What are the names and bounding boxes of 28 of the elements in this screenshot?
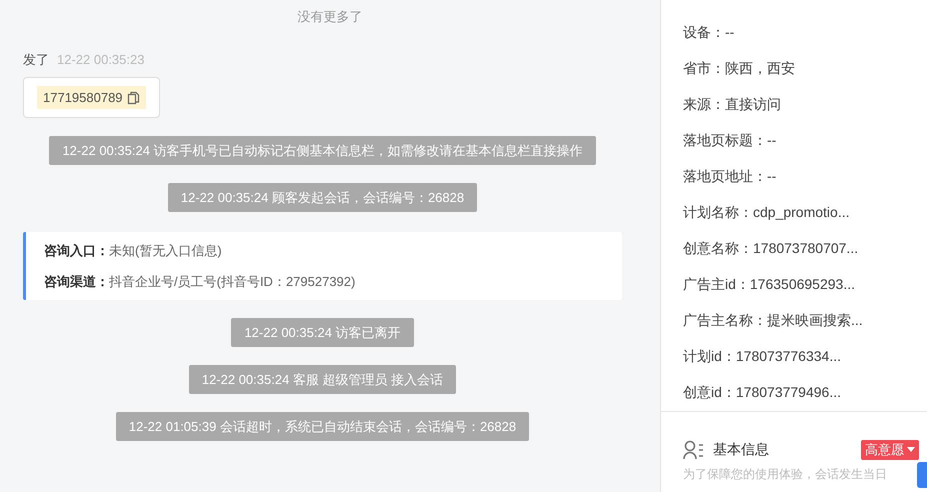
system-notice: 12-22 00:35:24 访客已离开	[231, 318, 414, 347]
detail-row-text: 创意id：178073779496...	[683, 383, 842, 402]
sender-name: 发了	[23, 51, 49, 69]
detail-row-text: 计划id：178073776334...	[683, 347, 842, 366]
detail-row-text: 来源：直接访问	[683, 95, 782, 114]
phone-number: 17719580789	[43, 89, 123, 107]
section-title: 基本信息	[713, 441, 770, 459]
detail-row-text: 省市：陕西，西安	[683, 59, 796, 78]
detail-row-text: 落地页地址：--	[683, 167, 778, 186]
caret-icon	[907, 447, 915, 453]
system-notice: 12-22 01:05:39 会话超时，系统已自动结束会话，会话编号：26828	[116, 412, 530, 441]
detail-row-text: 广告主名称：提米映画搜索...	[683, 311, 864, 330]
detail-row-text: 广告主id：176350695293...	[683, 275, 856, 294]
detail-row-text: 创意名称：178073780707...	[683, 239, 860, 258]
message-time: 12-22 00:35:23	[57, 51, 144, 69]
system-notice: 12-22 00:35:24 访客手机号已自动标记右侧基本信息栏，如需修改请在基本信息栏直接操作	[49, 136, 596, 165]
detail-row-text: 设备：--	[683, 23, 736, 42]
user-list-icon	[683, 440, 705, 460]
system-notice: 12-22 00:35:24 顾客发起会话，会话编号：26828	[168, 183, 478, 212]
detail-row-text: 计划名称：cdp_promotio...	[683, 203, 850, 222]
detail-row-text: 落地页标题：--	[683, 131, 778, 150]
inquiry-line: 咨询入口：未知(暂无入口信息)	[44, 242, 223, 260]
no-more-notice: 没有更多了	[298, 8, 362, 26]
intent-dropdown[interactable]: 高意愿	[861, 440, 919, 460]
inquiry-line: 咨询渠道：抖音企业号/员工号(抖音号ID：279527392)	[44, 273, 356, 291]
info-note: 为了保障您的使用体验，会话发生当日	[683, 466, 887, 483]
copy-icon[interactable]	[126, 90, 140, 104]
system-notice: 12-22 00:35:24 客服 超级管理员 接入会话	[188, 365, 456, 394]
